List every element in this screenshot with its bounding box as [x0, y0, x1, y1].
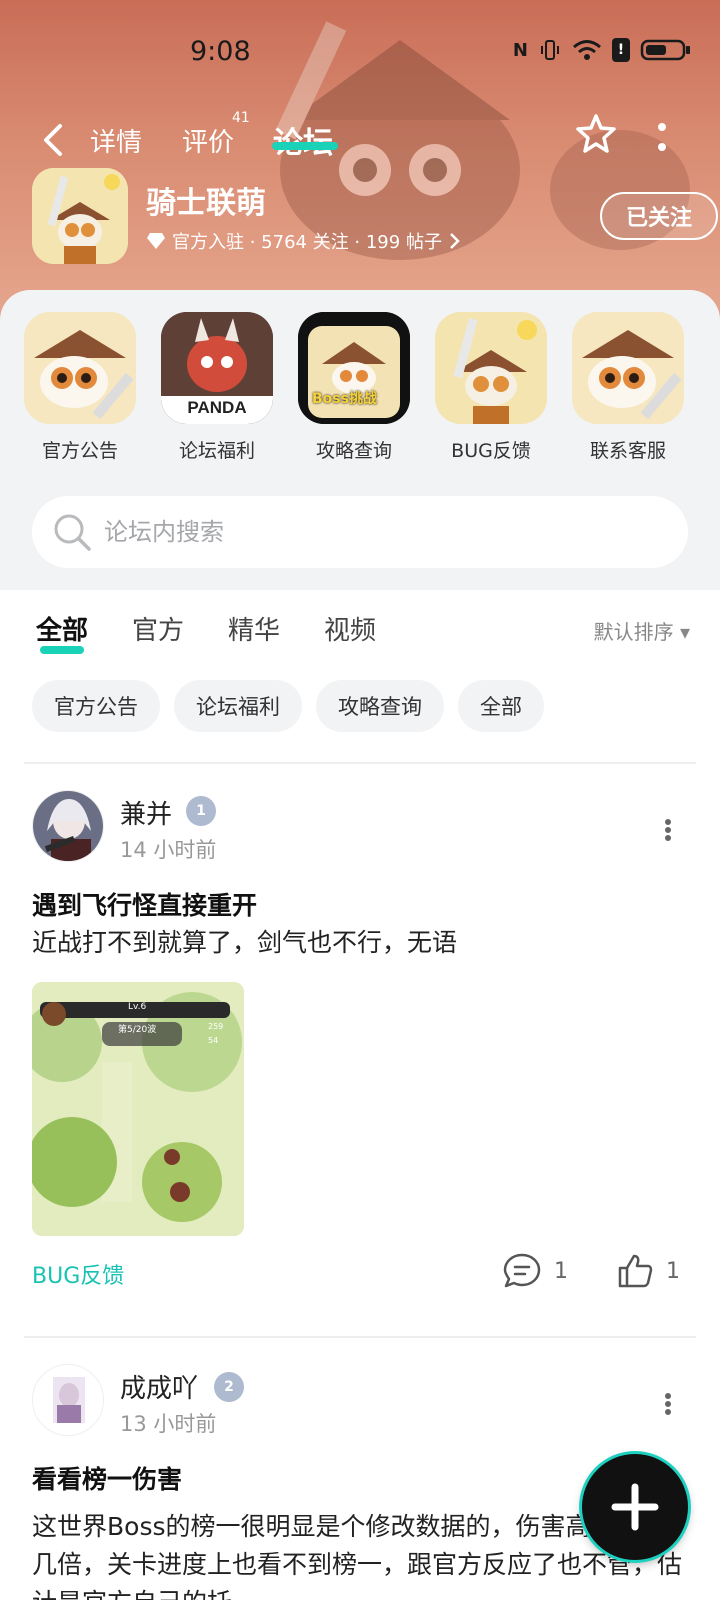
author-name[interactable]: 兼并 [120, 794, 172, 831]
filter-tabs: 全部 官方 精华 视频 默认排序 ▾ [0, 590, 720, 670]
new-post-button[interactable] [582, 1454, 688, 1560]
quick-link-guides[interactable]: Boss挑战 攻略查询 [298, 312, 410, 463]
boss-challenge-text: Boss挑战 [312, 391, 377, 407]
announcement-icon [24, 312, 136, 424]
game-level-text: Lv.6 [128, 1002, 147, 1012]
active-tab-indicator [272, 142, 338, 150]
bug-report-icon [435, 312, 547, 424]
comment-button[interactable]: 1 [502, 1252, 568, 1290]
alert-icon: ! [612, 38, 630, 62]
post-time: 13 小时前 [120, 1412, 217, 1436]
game-info: 骑士联萌 官方入驻 · 5764 关注 · 199 帖子 已关注 [32, 168, 718, 264]
post-more-icon[interactable] [664, 818, 672, 842]
tab-details[interactable]: 详情 [90, 122, 142, 159]
diamond-icon [147, 233, 165, 249]
avatar[interactable] [32, 1364, 104, 1436]
avatar[interactable] [32, 790, 104, 862]
post-category-tag[interactable]: BUG反馈 [32, 1258, 124, 1290]
game-wave-text: 第5/20波 [118, 1025, 157, 1035]
quick-link-label: 论坛福利 [178, 440, 255, 462]
quick-link-label: BUG反馈 [451, 440, 531, 462]
game-coin-text: 259 [208, 1022, 224, 1031]
search-icon [54, 514, 91, 551]
category-chips: 官方公告 论坛福利 攻略查询 全部 [32, 680, 544, 732]
wifi-icon [573, 40, 601, 60]
post-time: 14 小时前 [120, 838, 217, 862]
game-stats[interactable]: 官方入驻 · 5764 关注 · 199 帖子 [146, 228, 460, 254]
chip-benefits[interactable]: 论坛福利 [174, 680, 302, 732]
chip-guides[interactable]: 攻略查询 [316, 680, 444, 732]
sort-dropdown[interactable]: 默认排序 ▾ [594, 616, 690, 645]
quick-link-label: 联系客服 [589, 440, 666, 462]
panda-logo-text: PANDA [187, 398, 247, 417]
filter-tab-featured[interactable]: 精华 [228, 610, 280, 647]
post-title[interactable]: 看看榜一伤害 [32, 1460, 182, 1496]
quick-link-label: 官方公告 [41, 440, 118, 462]
follow-button[interactable]: 已关注 [600, 192, 718, 240]
status-bar: 9:08 N ! [0, 30, 720, 74]
comment-icon [503, 1253, 541, 1288]
filter-tab-video[interactable]: 视频 [324, 610, 376, 647]
quick-link-benefits[interactable]: PANDA 论坛福利 [161, 312, 273, 463]
quick-link-announcements[interactable]: 官方公告 [24, 312, 136, 463]
forum-search-bar[interactable] [32, 496, 688, 568]
back-arrow-icon[interactable] [38, 122, 68, 158]
status-time: 9:08 [190, 36, 251, 67]
favorite-star-icon[interactable] [575, 113, 617, 155]
filter-tab-all[interactable]: 全部 [36, 610, 88, 647]
filter-tab-official[interactable]: 官方 [132, 610, 184, 647]
post-image[interactable]: Lv.6 第5/20波 259 54 [32, 982, 244, 1236]
user-level-badge: 1 [186, 796, 216, 826]
post-more-icon[interactable] [664, 1392, 672, 1416]
more-options-icon[interactable] [657, 122, 667, 152]
author-name[interactable]: 成成吖 [120, 1368, 198, 1405]
support-icon [572, 312, 684, 424]
like-button[interactable]: 1 [616, 1252, 680, 1290]
plus-icon [611, 1483, 659, 1531]
quick-link-bug-report[interactable]: BUG反馈 [435, 312, 547, 463]
tab-reviews[interactable]: 评价 [182, 122, 234, 159]
chevron-right-icon [450, 233, 460, 249]
post-body[interactable]: 近战打不到就算了，剑气也不行，无语 [32, 924, 688, 962]
like-count: 1 [666, 1258, 680, 1284]
quick-link-label: 攻略查询 [315, 440, 392, 462]
forum-shortcuts-panel: 官方公告 PANDA 论坛福利 Boss挑战 攻略查询 BUG反馈 联系客服 [0, 290, 720, 590]
comment-count: 1 [554, 1258, 568, 1284]
divider [24, 1336, 696, 1338]
divider [24, 762, 696, 764]
game-stats-text: 官方入驻 · 5764 关注 · 199 帖子 [172, 232, 442, 253]
user-level-badge: 2 [214, 1372, 244, 1402]
post-title[interactable]: 遇到飞行怪直接重开 [32, 886, 257, 922]
tab-forum[interactable]: 论坛 [273, 118, 333, 162]
game-icon[interactable] [32, 168, 128, 264]
reviews-count-badge: 41 [232, 110, 250, 126]
quick-link-support[interactable]: 联系客服 [572, 312, 684, 463]
thumbs-up-icon [618, 1254, 653, 1288]
chip-announcements[interactable]: 官方公告 [32, 680, 160, 732]
game-title: 骑士联萌 [146, 186, 266, 221]
nfc-icon: N [512, 39, 528, 61]
search-input[interactable] [104, 496, 664, 568]
benefits-icon: PANDA [161, 312, 273, 424]
post-card[interactable]: 兼并 1 14 小时前 遇到飞行怪直接重开 近战打不到就算了，剑气也不行，无语 … [0, 790, 720, 1330]
header-banner: 9:08 N ! 详情 评价 41 论坛 骑 [0, 0, 720, 320]
vibrate-icon [541, 40, 559, 60]
guides-icon: Boss挑战 [298, 312, 410, 424]
chip-all[interactable]: 全部 [458, 680, 544, 732]
battery-icon [640, 39, 690, 61]
active-filter-indicator [40, 646, 84, 654]
game-gem-text: 54 [208, 1036, 219, 1045]
